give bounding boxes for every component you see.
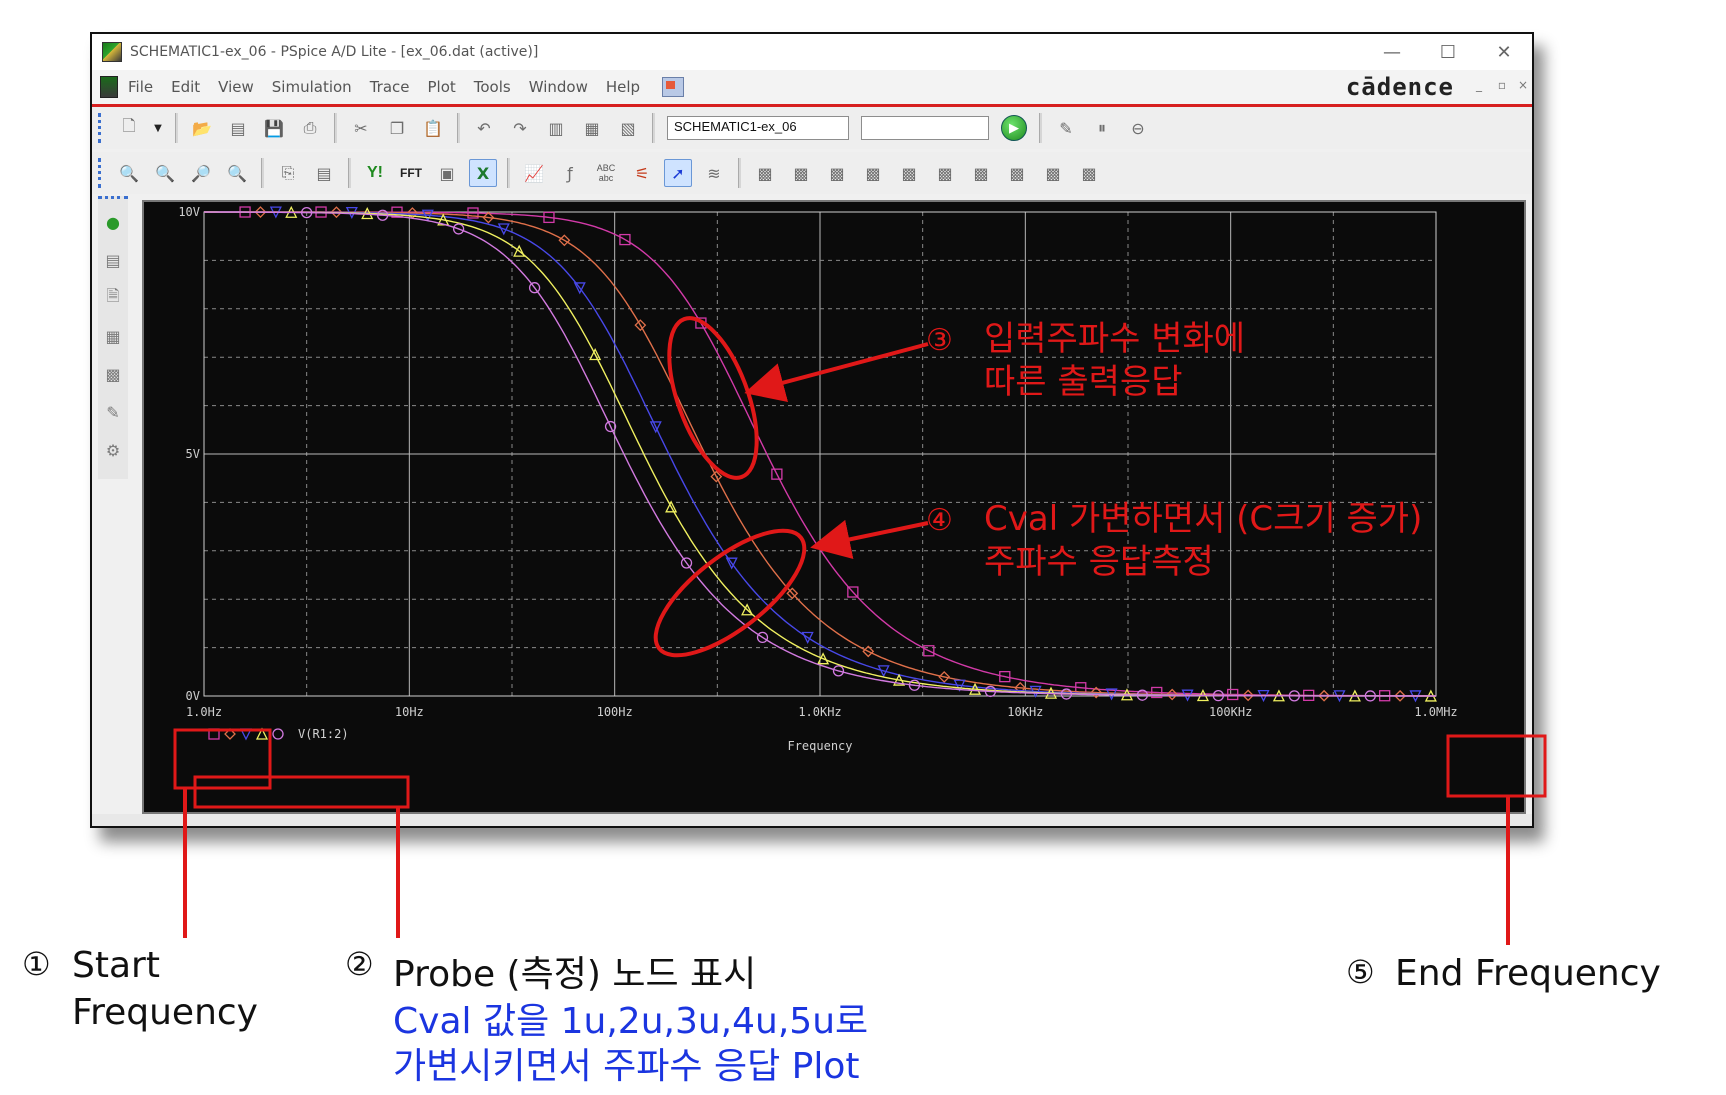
- callout3-line2: 따른 출력응답: [984, 362, 1183, 402]
- callout3-line1: 입력주파수 변화에: [984, 319, 1245, 359]
- callout4-line2: 주파수 응답측정: [984, 542, 1214, 582]
- callout3-arrow: [744, 342, 929, 403]
- end-frequency-box: [1446, 734, 1547, 798]
- label2-line3: 가변시키면서 주파수 응답 Plot: [393, 1046, 860, 1087]
- label5-number: ⑤: [1346, 953, 1375, 991]
- label1-number: ①: [22, 945, 51, 983]
- start-frequency-box: [173, 728, 272, 790]
- cval-variation-ellipse: [653, 528, 807, 658]
- callout3-number: ③: [926, 323, 953, 358]
- label2-number: ②: [345, 945, 374, 983]
- label1-line2: Frequency: [72, 992, 258, 1033]
- label2-line1: Probe (측정) 노드 표시: [393, 954, 757, 995]
- callout4-line1: Cval 가변하면서 (C크기 증가): [984, 499, 1422, 539]
- label5-line1: End Frequency: [1395, 953, 1661, 994]
- label1-line1: Start: [72, 945, 160, 986]
- probe-legend-box: [193, 775, 410, 809]
- annotation-overlay: ③ 입력주파수 변화에 따른 출력응답 ④ Cval 가변하면서 (C크기 증가…: [173, 316, 1547, 945]
- callout4-number: ④: [926, 503, 953, 538]
- output-response-ellipse: [667, 316, 759, 480]
- callout4-arrow: [810, 519, 929, 560]
